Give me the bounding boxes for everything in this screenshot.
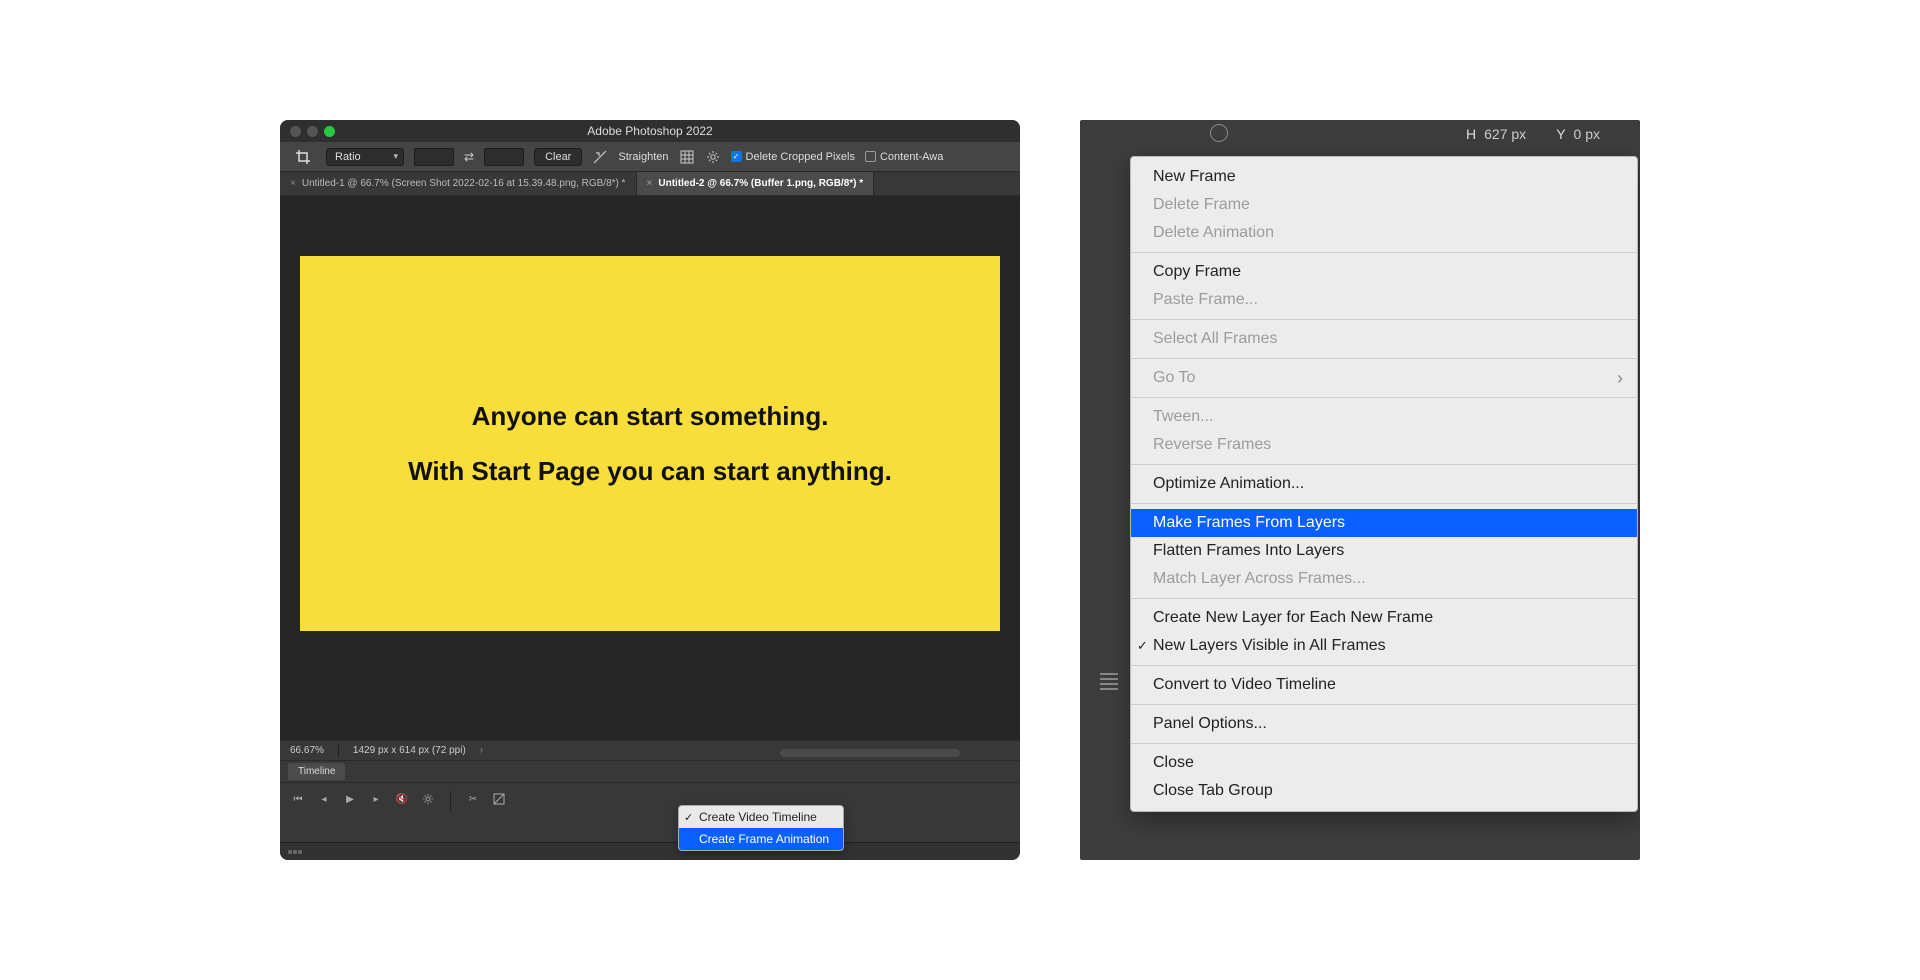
straighten-icon[interactable] <box>592 149 608 165</box>
grid-overlay-icon[interactable] <box>679 149 695 165</box>
document-tab[interactable]: × Untitled-1 @ 66.7% (Screen Shot 2022-0… <box>280 172 637 195</box>
panel-context-area: H 627 px Y 0 px New FrameDelete FrameDelet… <box>1080 120 1640 860</box>
dim-y-label: Y <box>1556 126 1565 142</box>
swap-dimensions-icon[interactable]: ⇄ <box>464 150 474 164</box>
menu-separator <box>1131 397 1637 398</box>
canvas-text-line: Anyone can start something. <box>472 401 829 432</box>
menu-separator <box>1131 598 1637 599</box>
divider <box>338 744 339 758</box>
panel-menu-icon[interactable] <box>1100 673 1118 690</box>
menu-item[interactable]: Optimize Animation... <box>1131 470 1637 498</box>
app-title: Adobe Photoshop 2022 <box>280 124 1020 138</box>
straighten-label: Straighten <box>618 151 668 163</box>
menu-item[interactable]: Convert to Video Timeline <box>1131 671 1637 699</box>
status-bar: 66.67% 1429 px x 614 px (72 ppi) › <box>280 740 1020 760</box>
menu-item: Select All Frames <box>1131 325 1637 353</box>
menu-item: Delete Animation <box>1131 219 1637 247</box>
dim-y-value: 0 px <box>1574 126 1600 142</box>
menu-item[interactable]: Panel Options... <box>1131 710 1637 738</box>
menu-separator <box>1131 358 1637 359</box>
document-tabs: × Untitled-1 @ 66.7% (Screen Shot 2022-0… <box>280 172 1020 196</box>
dimension-readout: H 627 px Y 0 px <box>1466 126 1600 142</box>
document-canvas[interactable]: Anyone can start something. With Start P… <box>300 256 1000 631</box>
menu-separator <box>1131 319 1637 320</box>
menu-separator <box>1131 503 1637 504</box>
previous-frame-icon[interactable]: ◂ <box>316 791 332 807</box>
zoom-level[interactable]: 66.67% <box>290 745 324 756</box>
chevron-right-icon[interactable]: › <box>480 745 483 756</box>
menu-item[interactable]: Create New Layer for Each New Frame <box>1131 604 1637 632</box>
menu-item: Match Layer Across Frames... <box>1131 565 1637 593</box>
gear-icon[interactable] <box>705 149 721 165</box>
menu-item: Tween... <box>1131 403 1637 431</box>
close-tab-icon[interactable]: × <box>290 178 296 189</box>
dim-h-value: 627 px <box>1484 126 1526 142</box>
crop-tool-icon[interactable] <box>290 147 316 167</box>
menu-item: Delete Frame <box>1131 191 1637 219</box>
menu-separator <box>1131 665 1637 666</box>
document-dimensions: 1429 px x 614 px (72 ppi) <box>353 745 466 756</box>
ratio-select[interactable]: Ratio <box>326 148 404 166</box>
menu-item[interactable]: Flatten Frames Into Layers <box>1131 537 1637 565</box>
delete-cropped-checkbox[interactable]: ✓ Delete Cropped Pixels <box>731 151 855 163</box>
delete-cropped-label: Delete Cropped Pixels <box>746 151 855 163</box>
timeline-panel: ⏮ ◂ ▶ ▸ 🔇 ✂ Create Video Timeline Create… <box>280 782 1020 842</box>
timeline-panel-context-menu: New FrameDelete FrameDelete Animation Cop… <box>1130 156 1638 812</box>
menu-item: Go To <box>1131 364 1637 392</box>
timeline-panel-tab[interactable]: Timeline <box>288 763 345 780</box>
content-aware-label: Content-Awa <box>880 151 943 163</box>
play-icon[interactable]: ▶ <box>342 791 358 807</box>
transition-icon[interactable] <box>491 791 507 807</box>
power-icon[interactable] <box>1210 124 1228 142</box>
grip-icon[interactable] <box>288 850 302 854</box>
document-tab-label: Untitled-2 @ 66.7% (Buffer 1.png, RGB/8*… <box>658 178 863 189</box>
timeline-footer <box>280 842 1020 860</box>
content-aware-checkbox[interactable]: Content-Awa <box>865 151 943 163</box>
menu-item[interactable]: Close <box>1131 749 1637 777</box>
dropdown-item-video-timeline[interactable]: Create Video Timeline <box>679 806 843 828</box>
horizontal-scrollbar-thumb[interactable] <box>780 749 960 757</box>
ratio-height-field[interactable] <box>484 148 524 166</box>
clear-button[interactable]: Clear <box>534 148 582 166</box>
photoshop-window: Adobe Photoshop 2022 Ratio ⇄ Clear Strai… <box>280 120 1020 860</box>
go-to-first-frame-icon[interactable]: ⏮ <box>290 791 306 807</box>
menu-separator <box>1131 252 1637 253</box>
menu-separator <box>1131 704 1637 705</box>
ratio-width-field[interactable] <box>414 148 454 166</box>
menu-separator <box>1131 464 1637 465</box>
canvas-text-line: With Start Page you can start anything. <box>408 456 892 487</box>
options-bar: Ratio ⇄ Clear Straighten ✓ Delete Croppe… <box>280 142 1020 172</box>
scissors-icon[interactable]: ✂ <box>465 791 481 807</box>
timeline-header: Timeline <box>280 760 1020 782</box>
title-bar: Adobe Photoshop 2022 <box>280 120 1020 142</box>
document-tab[interactable]: × Untitled-2 @ 66.7% (Buffer 1.png, RGB/… <box>637 172 875 195</box>
menu-separator <box>1131 743 1637 744</box>
dim-h-label: H <box>1466 126 1476 142</box>
menu-item[interactable]: Close Tab Group <box>1131 777 1637 805</box>
menu-item[interactable]: Copy Frame <box>1131 258 1637 286</box>
dropdown-item-frame-animation[interactable]: Create Frame Animation <box>679 828 843 850</box>
gear-icon[interactable] <box>420 791 436 807</box>
menu-item: Reverse Frames <box>1131 431 1637 459</box>
divider <box>450 791 451 811</box>
document-tab-label: Untitled-1 @ 66.7% (Screen Shot 2022-02-… <box>302 178 626 189</box>
menu-item[interactable]: Make Frames From Layers <box>1131 509 1637 537</box>
checkbox-icon <box>865 151 876 162</box>
mute-icon[interactable]: 🔇 <box>394 791 410 807</box>
timeline-create-dropdown: Create Video Timeline Create Frame Anima… <box>678 805 844 851</box>
close-tab-icon[interactable]: × <box>647 178 653 189</box>
next-frame-icon[interactable]: ▸ <box>368 791 384 807</box>
menu-item[interactable]: New Layers Visible in All Frames <box>1131 632 1637 660</box>
menu-item: Paste Frame... <box>1131 286 1637 314</box>
menu-item[interactable]: New Frame <box>1131 163 1637 191</box>
checkbox-icon: ✓ <box>731 151 742 162</box>
canvas-area[interactable]: Anyone can start something. With Start P… <box>280 196 1020 740</box>
